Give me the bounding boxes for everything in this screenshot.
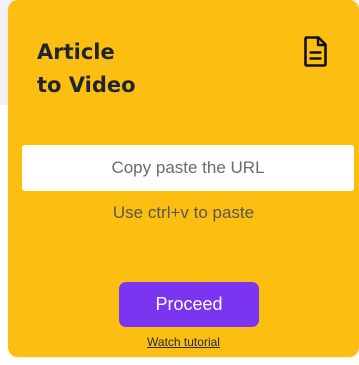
card-title: Article to Video [37,36,237,102]
url-input[interactable] [22,145,354,191]
paste-hint: Use ctrl+v to paste [112,203,255,222]
document-icon [304,36,327,67]
article-to-video-card: Article to Video Use ctrl+v to paste Pro… [8,0,359,357]
proceed-button[interactable]: Proceed [119,282,259,327]
watch-tutorial-link[interactable]: Watch tutorial [8,335,359,349]
card-title-line-1: Article [37,40,115,64]
card-title-line-2: to Video [37,73,136,97]
